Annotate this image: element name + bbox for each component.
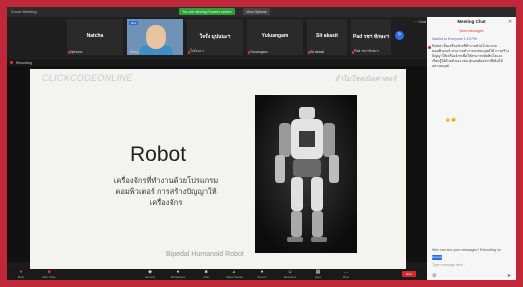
robot-illustration — [255, 95, 357, 253]
slide-desc-line: เครื่องจักร — [149, 198, 183, 207]
participants-button[interactable]: ● Participants — [170, 270, 186, 280]
slide-desc-line: คอมพิวเตอร์ การสร้างปัญญาให้ — [115, 187, 217, 196]
share-screen-button[interactable]: ▲ Share Screen — [226, 270, 244, 280]
slide-title: Robot — [130, 143, 187, 166]
slide-description: เครื่องจักรที่ทำงานด้วยโปรแกรม คอมพิวเตอ… — [82, 175, 250, 208]
participant-label: ใจรั่งนะฯ — [190, 49, 204, 53]
chat-message: Robot เป็นเครื่องจักรที่ทำงานด้วยโปรแกรม… — [432, 44, 509, 68]
close-icon[interactable]: ✕ — [508, 19, 512, 25]
toolbar-label: Start Video — [42, 275, 56, 279]
participant-label: Yuluangam — [250, 50, 268, 54]
toolbar-label: Security — [144, 275, 156, 279]
chat-header: Meeting Chat — [457, 19, 486, 24]
chat-visibility-note[interactable]: Who can see your messages? Recording on — [432, 248, 501, 252]
avatar — [428, 46, 431, 49]
chat-panel: Meeting Chat ✕ New messages Natcha to Ev… — [427, 17, 516, 280]
toolbar-label: Share Screen — [226, 275, 244, 279]
video-badge: Rec — [129, 21, 139, 25]
recording-bar: Recording — [7, 59, 427, 66]
screen-share-banner: You are viewing Ponan's screen — [179, 8, 235, 15]
slide-logo: CLICKCODEONLINE — [42, 73, 133, 83]
presentation-slide: CLICKCODEONLINE ถ้าไม่ใช่คณิตศาสตร์ Robo… — [30, 69, 406, 277]
toolbar-label: Apps — [314, 275, 322, 279]
toolbar-label: Record — [257, 275, 267, 279]
slide-logo-right: ถ้าไม่ใช่คณิตศาสตร์ — [334, 76, 396, 83]
participant-tile[interactable]: ใจรั่ง มุปนนะฯ ใจรั่งนะฯ — [187, 19, 243, 55]
record-dot-icon — [10, 61, 13, 64]
apps-button[interactable]: ▦ Apps — [310, 270, 326, 280]
participant-tile[interactable]: Natcha Nphona — [67, 19, 123, 55]
robot-image — [255, 95, 357, 253]
chat-sender: Natcha to Everyone 1:15 PM — [432, 37, 477, 41]
participant-name: Yuluangam — [261, 33, 289, 39]
security-button[interactable]: ◆ Security — [142, 270, 158, 280]
participant-tile[interactable]: Pad รชฯ ทักษะฯ Pad รชฯ ทักษะฯ — [351, 19, 391, 55]
participant-name: Natcha — [86, 33, 104, 39]
chat-options-button[interactable]: ⋯ Chat — [414, 20, 426, 24]
participant-name: Sit akasit — [316, 33, 338, 39]
mute-button[interactable]: ● Mute — [13, 270, 29, 280]
participant-label: Nphona — [70, 50, 83, 54]
end-meeting-button[interactable]: End — [402, 271, 416, 277]
toolbar-label: Mute — [17, 275, 25, 279]
new-messages-divider: New messages — [459, 29, 484, 33]
chat-input[interactable]: Type message here... — [432, 263, 466, 267]
participant-name: Pad รชฯ ทักษะฯ — [353, 34, 389, 40]
reactions-button[interactable]: ☺ Reactions — [282, 270, 298, 280]
send-icon[interactable]: ➤ — [507, 273, 511, 279]
toolbar-label: Reactions — [283, 275, 297, 279]
record-button[interactable]: ● Record — [254, 270, 270, 280]
participant-label: Sorry... — [130, 50, 142, 54]
view-options-button[interactable]: View Options — [243, 8, 270, 15]
toolbar-label: Chat — [203, 275, 209, 279]
slide-desc-line: เครื่องจักรที่ทำงานด้วยโปรแกรม — [113, 176, 219, 185]
participant-video-tile[interactable]: Rec Sorry... — [127, 19, 183, 55]
zoom-window: Zoom Meeting You are viewing Ponan's scr… — [7, 7, 516, 280]
person-face — [146, 25, 166, 49]
toolbar-label: Participants — [170, 275, 186, 279]
participant-label: Pad รชฯ ทักษะฯ — [354, 49, 379, 53]
gear-icon[interactable]: ⚙ — [432, 273, 436, 279]
more-button[interactable]: … More — [338, 270, 354, 280]
participant-label: Sit akasit — [310, 50, 325, 54]
participant-name: ใจรั่ง มุปนนะฯ — [199, 34, 231, 40]
next-page-button[interactable]: > — [395, 31, 404, 40]
recording-label: Recording — [16, 60, 32, 65]
participant-tile[interactable]: Yuluangam Yuluangam — [247, 19, 303, 55]
chat-button[interactable]: ■ Chat — [198, 270, 214, 280]
toolbar-label: More — [342, 275, 350, 279]
start-video-button[interactable]: ■ Start Video — [41, 270, 57, 280]
window-title: Zoom Meeting — [11, 9, 37, 14]
slide-caption: Bipedal Humanoid Robot — [166, 251, 244, 258]
participant-tile[interactable]: Sit akasit Sit akasit — [307, 19, 347, 55]
reactions-icon[interactable]: 👍 😊 — [445, 117, 456, 122]
chat-recipient-select[interactable]: Everyone — [432, 255, 445, 260]
